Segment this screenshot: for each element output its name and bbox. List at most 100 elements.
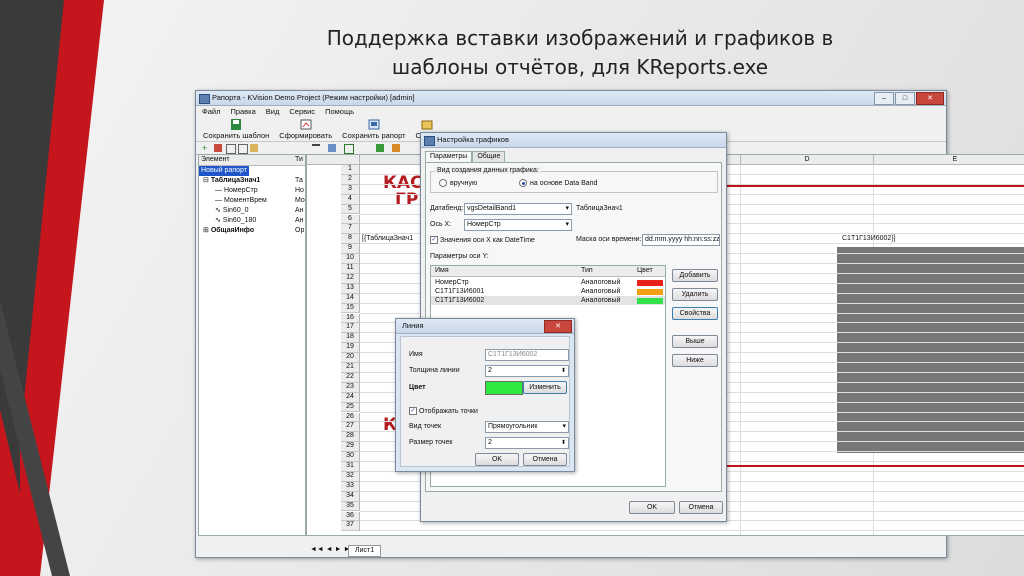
row-header[interactable]: 15 bbox=[341, 303, 360, 314]
row-header[interactable]: 4 bbox=[341, 194, 360, 205]
show-points-checkbox[interactable]: ✓ Отображать точки bbox=[409, 407, 478, 415]
table-row[interactable]: С1Т1Г13И6002 Аналоговый bbox=[431, 296, 665, 305]
maximize-button[interactable]: □ bbox=[895, 92, 915, 105]
minimize-button[interactable]: – bbox=[874, 92, 894, 105]
radio-databand[interactable]: на основе Data Band bbox=[519, 179, 597, 187]
row-header[interactable]: 24 bbox=[341, 392, 360, 403]
spin-icon[interactable]: ⬍ bbox=[561, 366, 566, 376]
databand-select[interactable]: vgsDetailBand1 bbox=[464, 203, 572, 215]
row-type: Аналоговый bbox=[581, 279, 621, 286]
tab-general[interactable]: Общие bbox=[472, 151, 506, 162]
mask-input[interactable]: dd.mm.yyyy hh:nn:ss:zz bbox=[642, 234, 720, 246]
row-header[interactable]: 14 bbox=[341, 293, 360, 304]
tab-parameters[interactable]: Параметры bbox=[425, 151, 473, 162]
row-header[interactable]: 21 bbox=[341, 363, 360, 373]
menu-view[interactable]: Вид bbox=[266, 106, 280, 118]
point-type-select[interactable]: Прямоугольник bbox=[485, 421, 569, 433]
grid-icon[interactable] bbox=[344, 144, 354, 154]
tree-item-table[interactable]: ⊟ ТаблицаЗнач1 Та bbox=[199, 176, 305, 186]
row-header[interactable]: 5 bbox=[341, 204, 360, 215]
row-header[interactable]: 16 bbox=[341, 313, 360, 324]
image-icon[interactable] bbox=[392, 144, 400, 152]
line-ok-button[interactable]: OK bbox=[475, 453, 519, 466]
row-header[interactable]: 23 bbox=[341, 382, 360, 393]
row-header[interactable]: 3 bbox=[341, 184, 360, 195]
tree-item-pagenum[interactable]: — НомерСтр Но bbox=[199, 186, 305, 196]
line-name-input[interactable]: С1Т1Г13И6002 bbox=[485, 349, 569, 361]
datetime-checkbox[interactable]: ✓ Значения оси X как DateTime bbox=[430, 236, 535, 244]
row-header[interactable]: 31 bbox=[341, 462, 360, 472]
change-color-button[interactable]: Изменить bbox=[523, 381, 567, 394]
row-header[interactable]: 11 bbox=[341, 264, 360, 274]
save-report-button[interactable]: Сохранить рапорт bbox=[339, 119, 408, 140]
tree-item-info[interactable]: ⊞ ОбщаяИнфо Ор bbox=[199, 226, 305, 236]
delete-button[interactable]: Удалить bbox=[672, 288, 718, 301]
table-row[interactable]: НомерСтр Аналоговый bbox=[431, 278, 665, 287]
format-icon[interactable] bbox=[328, 144, 336, 152]
save-template-button[interactable]: Сохранить шаблон bbox=[200, 119, 272, 140]
row-header[interactable]: 2 bbox=[341, 174, 360, 185]
tree-item-time[interactable]: — МоментВрем Мо bbox=[199, 196, 305, 206]
tree-item-sin0[interactable]: ∿ Sin60_0 Ан bbox=[199, 206, 305, 216]
menu-file[interactable]: Файл bbox=[202, 106, 220, 118]
row-header[interactable]: 8 bbox=[341, 234, 360, 245]
properties-button[interactable]: Свойства bbox=[672, 307, 718, 320]
line-cancel-button[interactable]: Отмена bbox=[523, 453, 567, 466]
delete-icon[interactable] bbox=[214, 144, 222, 152]
move-down-button[interactable]: Ниже bbox=[672, 354, 718, 367]
row-header[interactable]: 13 bbox=[341, 283, 360, 294]
move-up-button[interactable]: Выше bbox=[672, 335, 718, 348]
paste-icon[interactable] bbox=[250, 144, 258, 152]
row-header[interactable]: 26 bbox=[341, 412, 360, 423]
cell-d6[interactable]: С1Т1Г13И6002}] bbox=[842, 235, 896, 242]
row-header[interactable]: 6 bbox=[341, 214, 360, 225]
row-header[interactable]: 32 bbox=[341, 471, 360, 482]
row-header[interactable]: 25 bbox=[341, 402, 360, 413]
copy-icon[interactable] bbox=[238, 144, 248, 154]
table-row[interactable]: С1Т1Г13И6001 Аналоговый bbox=[431, 287, 665, 296]
row-header[interactable]: 18 bbox=[341, 333, 360, 344]
row-header[interactable]: 19 bbox=[341, 343, 360, 354]
column-header-e[interactable]: E bbox=[874, 155, 1024, 165]
sheet-tab[interactable]: Лист1 bbox=[348, 545, 382, 557]
row-header[interactable]: 30 bbox=[341, 452, 360, 462]
graph-cancel-button[interactable]: Отмена bbox=[679, 501, 723, 514]
row-header[interactable]: 9 bbox=[341, 244, 360, 255]
row-header[interactable]: 33 bbox=[341, 481, 360, 492]
add-icon[interactable]: + bbox=[202, 144, 210, 153]
column-header-d[interactable]: D bbox=[741, 155, 874, 165]
generate-button[interactable]: Сформировать bbox=[276, 119, 335, 140]
row-header[interactable]: 12 bbox=[341, 273, 360, 284]
row-header[interactable]: 37 bbox=[341, 521, 360, 532]
row-header[interactable]: 20 bbox=[341, 353, 360, 363]
spin-icon[interactable]: ⬍ bbox=[561, 438, 566, 448]
row-header[interactable]: 28 bbox=[341, 432, 360, 443]
point-size-input[interactable]: 2 ⬍ bbox=[485, 437, 569, 449]
row-header[interactable]: 10 bbox=[341, 254, 360, 264]
row-header[interactable]: 1 bbox=[341, 165, 360, 175]
row-header[interactable]: 29 bbox=[341, 442, 360, 453]
graph-ok-button[interactable]: OK bbox=[629, 501, 675, 514]
menu-service[interactable]: Сервис bbox=[289, 106, 315, 118]
axis-x-select[interactable]: НомерСтр bbox=[464, 219, 572, 231]
add-button[interactable]: Добавить bbox=[672, 269, 718, 282]
row-header[interactable]: 27 bbox=[341, 422, 360, 433]
cell-a6[interactable]: [{ТаблицаЗнач1 bbox=[362, 235, 413, 242]
menu-help[interactable]: Помощь bbox=[325, 106, 354, 118]
row-header[interactable]: 36 bbox=[341, 511, 360, 522]
tree-item-new-report[interactable]: Новый рапорт bbox=[199, 166, 305, 176]
row-header[interactable]: 35 bbox=[341, 501, 360, 512]
line-close-button[interactable]: ✕ bbox=[544, 320, 572, 333]
app-icon bbox=[199, 94, 210, 104]
row-header[interactable]: 17 bbox=[341, 323, 360, 334]
thickness-input[interactable]: 2 ⬍ bbox=[485, 365, 569, 377]
chart-icon[interactable] bbox=[376, 144, 384, 152]
row-header[interactable]: 7 bbox=[341, 224, 360, 235]
tree-item-sin180[interactable]: ∿ Sin60_180 Ан bbox=[199, 216, 305, 226]
row-header[interactable]: 34 bbox=[341, 491, 360, 502]
row-header[interactable]: 22 bbox=[341, 372, 360, 383]
menu-edit[interactable]: Правка bbox=[230, 106, 255, 118]
radio-manual[interactable]: вручную bbox=[439, 179, 477, 187]
cut-icon[interactable] bbox=[226, 144, 236, 154]
close-button[interactable]: ✕ bbox=[916, 92, 944, 105]
